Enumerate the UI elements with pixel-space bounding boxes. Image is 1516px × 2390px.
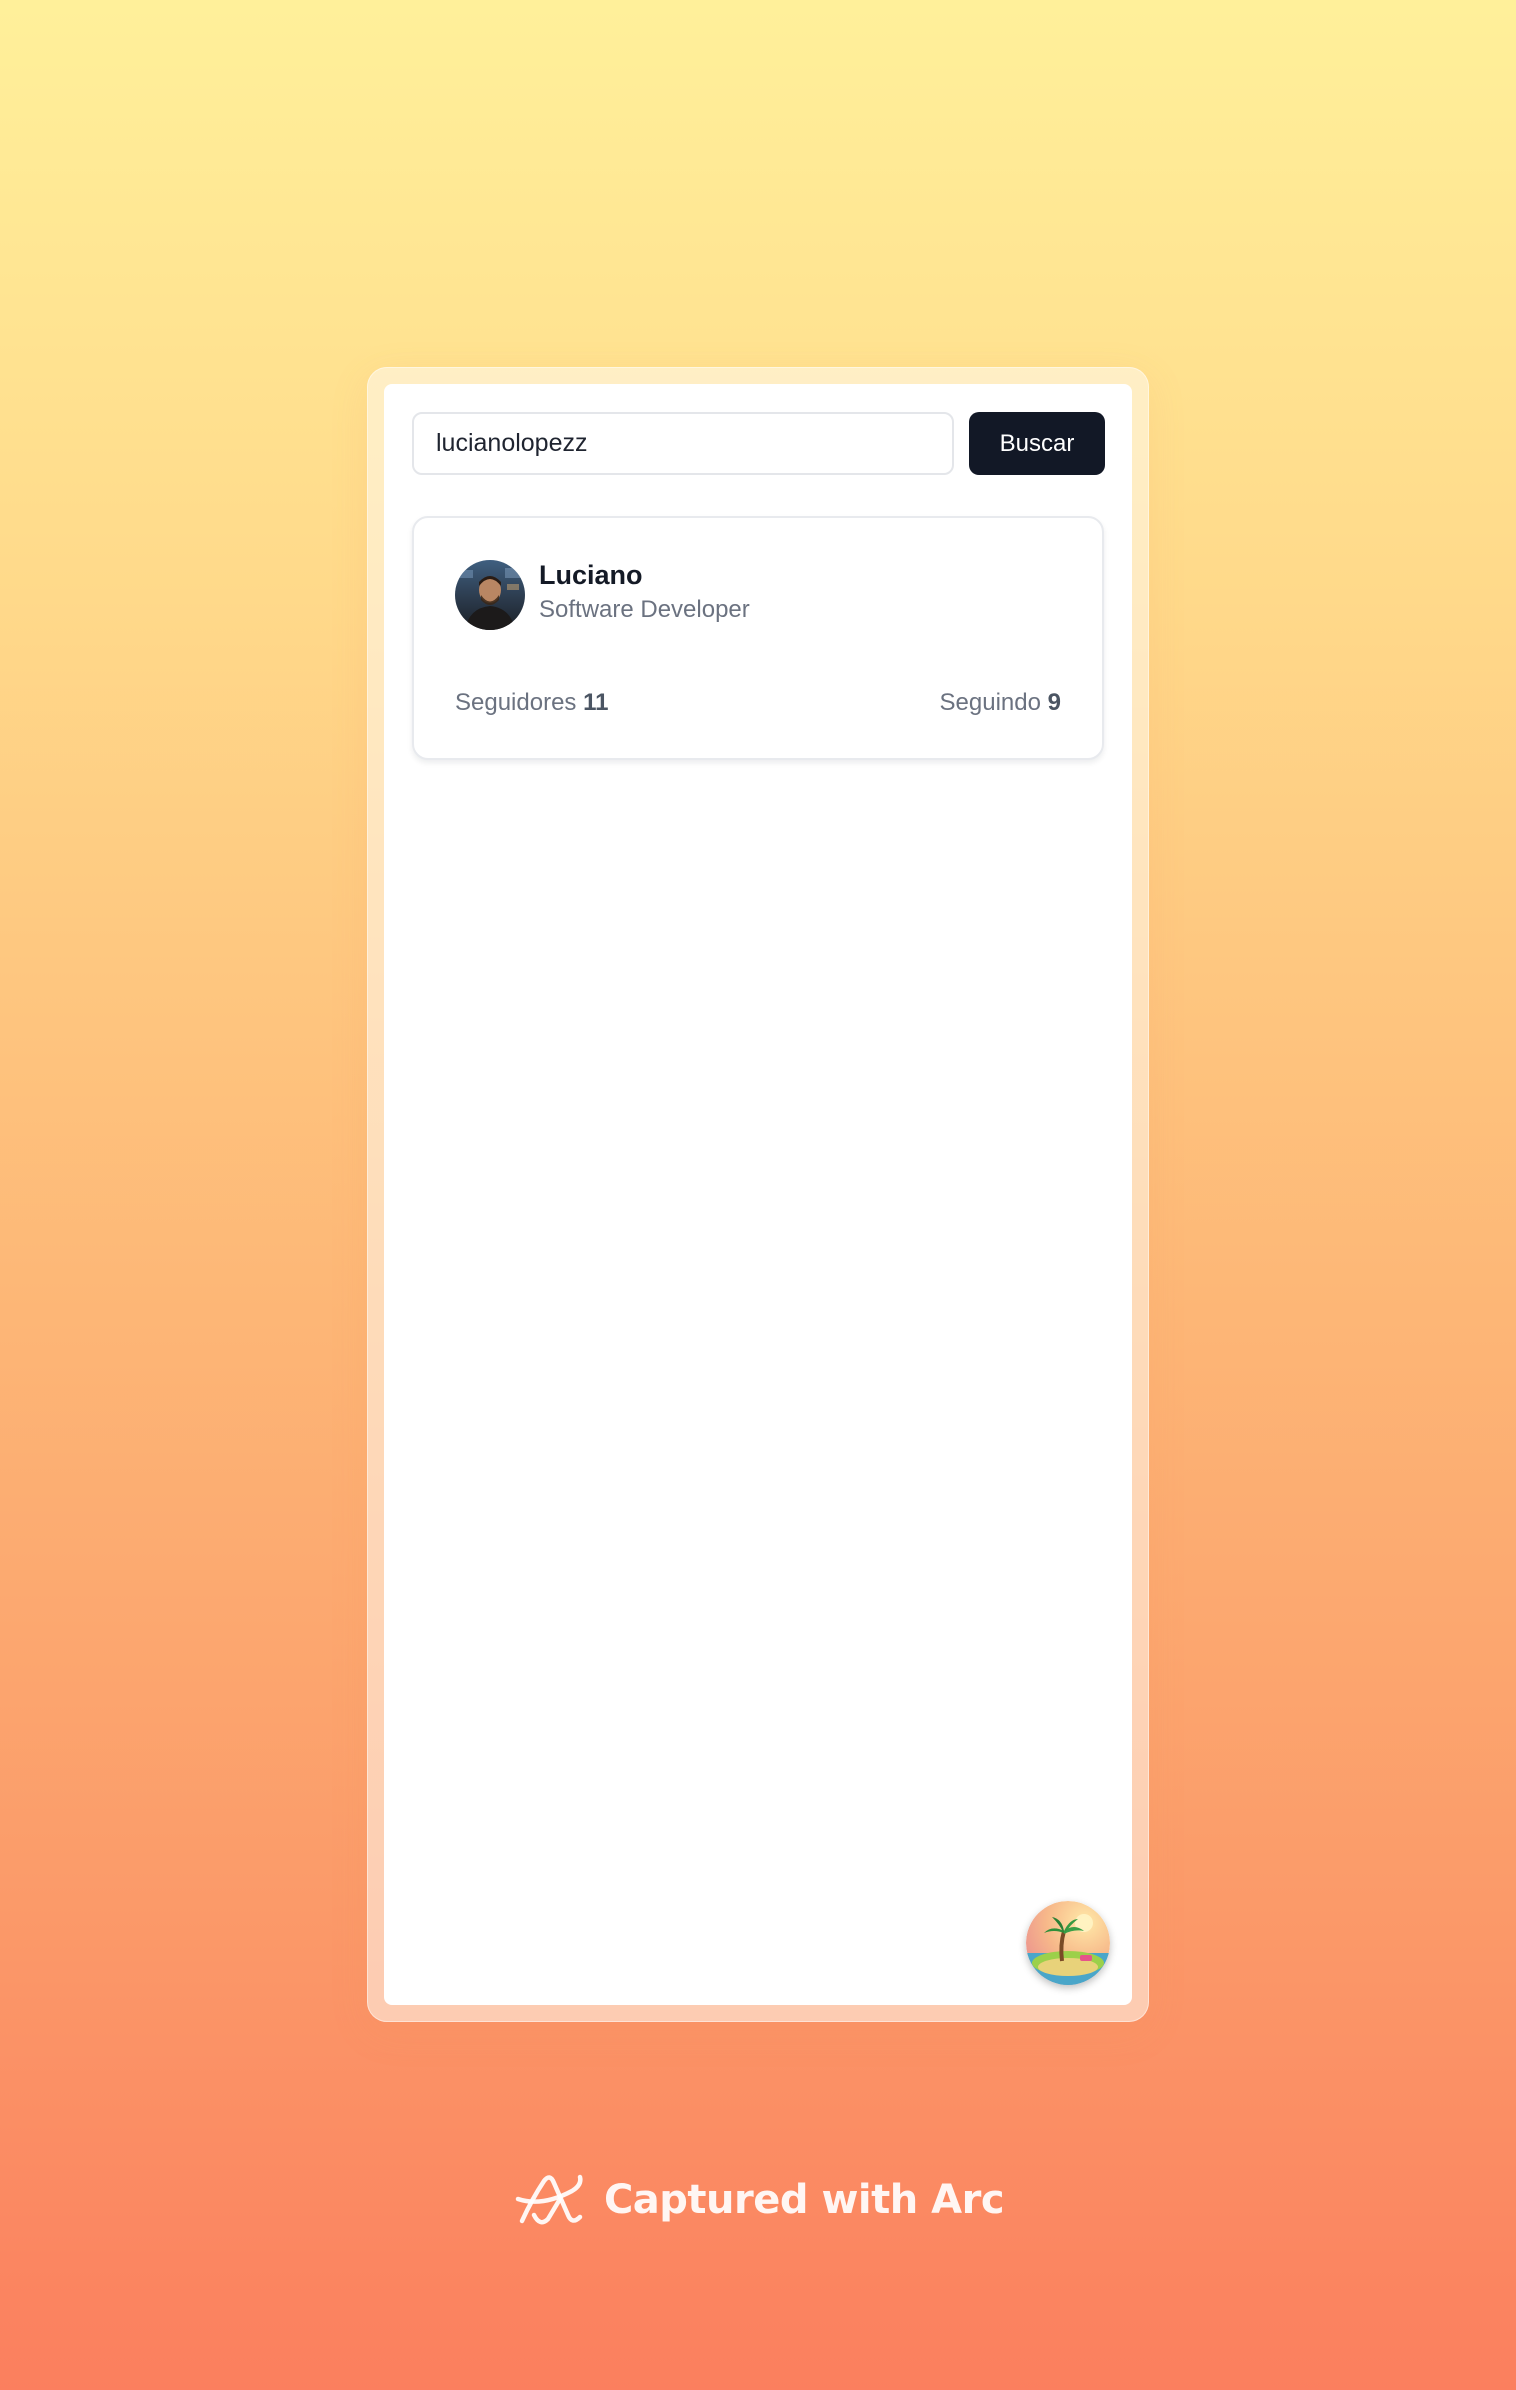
island-icon [1026,1901,1110,1985]
profile-card: Luciano Software Developer Seguidores 11… [412,516,1104,760]
followers-label: Seguidores [455,689,577,716]
username-search-input[interactable] [412,412,954,475]
following-label: Seguindo [939,689,1041,716]
profile-name: Luciano [539,560,643,590]
search-button[interactable]: Buscar [969,412,1105,475]
capture-footer-text: Captured with Arc [603,2177,1005,2223]
island-icon-button[interactable] [1026,1901,1110,1985]
following-stat: Seguindo 9 [940,689,1061,717]
followers-stat: Seguidores 11 [455,689,608,717]
avatar [455,560,525,630]
app-window: Buscar Luciano [384,384,1132,2005]
capture-footer: Captured with Arc [0,2165,1516,2235]
profile-role: Software Developer [539,596,750,623]
arc-logo-icon [515,2174,583,2225]
avatar-photo [455,560,525,630]
followers-count: 11 [583,689,609,716]
following-count: 9 [1047,689,1061,716]
search-bar: Buscar [412,412,1105,475]
